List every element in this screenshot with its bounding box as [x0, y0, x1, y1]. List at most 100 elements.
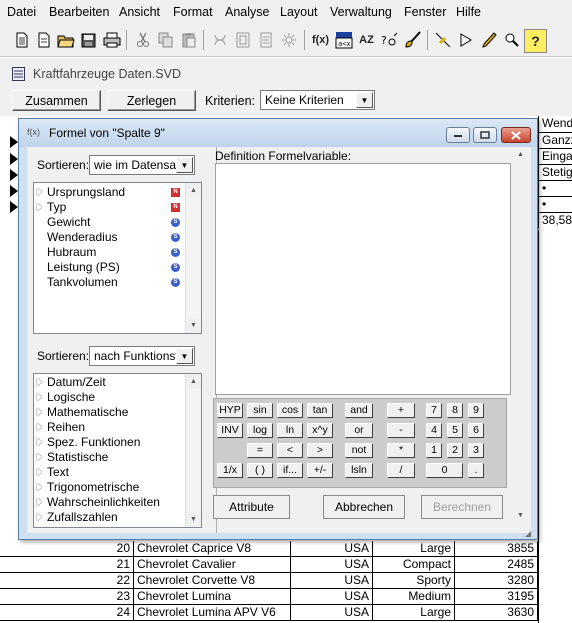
- resize-grip-icon[interactable]: ◢: [525, 529, 531, 538]
- menu-analyse[interactable]: Analyse: [225, 5, 269, 19]
- scroll-down-icon[interactable]: ▼: [513, 508, 528, 523]
- cell-value[interactable]: 3280: [455, 573, 538, 589]
- cell-row-number[interactable]: 22: [0, 573, 134, 589]
- list-item[interactable]: Ursprungsland N: [37, 185, 182, 200]
- close-icon[interactable]: [501, 127, 531, 143]
- page-icon[interactable]: [255, 29, 276, 51]
- keypad-key[interactable]: not: [345, 443, 373, 458]
- copy-icon[interactable]: [155, 29, 176, 51]
- maximize-icon[interactable]: [473, 127, 497, 143]
- variables-icon[interactable]: ?: [379, 29, 400, 51]
- cell-country[interactable]: USA: [291, 573, 373, 589]
- scroll-up-icon[interactable]: ▲: [186, 374, 201, 389]
- cell-car-name[interactable]: Chevrolet Caprice V8: [134, 541, 291, 557]
- cell-car-name[interactable]: Chevrolet Corvette V8: [134, 573, 291, 589]
- keypad-key[interactable]: +: [387, 403, 415, 418]
- keypad-key[interactable]: tan: [307, 403, 333, 418]
- cell-row-number[interactable]: 20: [0, 541, 134, 557]
- cell-car-class[interactable]: Large: [373, 605, 455, 621]
- brush-icon[interactable]: [402, 29, 423, 51]
- right-column-cell[interactable]: Ganzz: [538, 133, 572, 149]
- keypad-key[interactable]: 1/x: [217, 463, 243, 478]
- keypad-key[interactable]: 8: [447, 403, 463, 418]
- scroll-down-icon[interactable]: ▼: [186, 318, 201, 333]
- expand-arrow-icon[interactable]: [37, 453, 42, 461]
- cell-country[interactable]: USA: [291, 589, 373, 605]
- expand-arrow-icon[interactable]: [37, 513, 42, 521]
- keypad-key[interactable]: if...: [277, 463, 303, 478]
- zoom-icon[interactable]: [501, 29, 522, 51]
- cell-car-class[interactable]: Large: [373, 541, 455, 557]
- settings-icon[interactable]: [278, 29, 299, 51]
- keypad-key[interactable]: cos: [277, 403, 303, 418]
- expand-arrow-icon[interactable]: [37, 483, 42, 491]
- expand-arrow-icon[interactable]: [37, 468, 42, 476]
- keypad-key[interactable]: *: [387, 443, 415, 458]
- cell-car-class[interactable]: Compact: [373, 557, 455, 573]
- keypad-key[interactable]: lsln: [345, 463, 373, 478]
- expand-arrow-icon[interactable]: [37, 408, 42, 416]
- scroll-up-icon[interactable]: ▲: [513, 147, 528, 162]
- chevron-down-icon[interactable]: ▼: [176, 348, 193, 364]
- keypad-key[interactable]: ( ): [247, 463, 273, 478]
- scroll-down-icon[interactable]: ▼: [186, 512, 201, 527]
- table-icon[interactable]: [232, 29, 253, 51]
- cell-row-number[interactable]: 24: [0, 605, 134, 621]
- paste-icon[interactable]: [178, 29, 199, 51]
- sort-az-icon[interactable]: AZ: [356, 29, 377, 51]
- scrollbar[interactable]: ▲ ▼: [185, 183, 201, 333]
- formula-fx-icon[interactable]: f(x): [310, 29, 331, 51]
- menu-layout[interactable]: Layout: [280, 5, 318, 19]
- keypad-key[interactable]: 6: [468, 423, 484, 438]
- cell-row-number[interactable]: 21: [0, 557, 134, 573]
- expand-arrow-icon[interactable]: [37, 378, 42, 386]
- keypad-key[interactable]: 9: [468, 403, 484, 418]
- keypad-key[interactable]: x^y: [307, 423, 333, 438]
- list-item[interactable]: Gewicht S: [37, 215, 182, 230]
- sort-select[interactable]: wie im Datensatz ▼: [89, 155, 195, 175]
- keypad-key[interactable]: .: [468, 463, 484, 478]
- keypad-key[interactable]: =: [247, 443, 273, 458]
- combine-button[interactable]: Zusammen: [12, 90, 101, 111]
- scroll-up-icon[interactable]: ▲: [186, 183, 201, 198]
- menu-fenster[interactable]: Fenster: [404, 5, 446, 19]
- keypad-key[interactable]: /: [387, 463, 415, 478]
- new-file-icon[interactable]: [11, 29, 32, 51]
- cell-country[interactable]: USA: [291, 541, 373, 557]
- expand-arrow-icon[interactable]: [37, 423, 42, 431]
- compute-button[interactable]: Berechnen: [421, 495, 503, 519]
- keypad-key[interactable]: 7: [426, 403, 442, 418]
- cell-car-class[interactable]: Medium: [373, 589, 455, 605]
- cell-car-name[interactable]: Chevrolet Lumina APV V6: [134, 605, 291, 621]
- cut-icon[interactable]: [132, 29, 153, 51]
- right-column-cell[interactable]: •: [538, 197, 572, 213]
- list-item[interactable]: Typ N: [37, 200, 182, 215]
- minimize-icon[interactable]: [446, 127, 470, 143]
- criteria-select[interactable]: Keine Kriterien ▼: [260, 90, 375, 110]
- expand-arrow-icon[interactable]: [37, 393, 42, 401]
- chevron-down-icon[interactable]: ▼: [176, 157, 193, 173]
- right-column-cell[interactable]: Stetig: [538, 165, 572, 181]
- scrollbar[interactable]: ▲ ▼: [185, 374, 201, 527]
- keypad-key[interactable]: 3: [468, 443, 484, 458]
- keypad-key[interactable]: INV: [217, 423, 243, 438]
- list-item[interactable]: Tankvolumen S: [37, 275, 182, 290]
- right-column-cell[interactable]: 38,58: [538, 213, 572, 229]
- keypad-key[interactable]: <: [277, 443, 303, 458]
- menu-ansicht[interactable]: Ansicht: [119, 5, 160, 19]
- list-item[interactable]: Hubraum S: [37, 245, 182, 260]
- menu-verwaltung[interactable]: Verwaltung: [330, 5, 392, 19]
- line-tool-icon[interactable]: [432, 29, 453, 51]
- help-icon[interactable]: ?: [524, 29, 547, 53]
- expand-arrow-icon[interactable]: [37, 438, 42, 446]
- sort-select[interactable]: nach Funktionstyp ▼: [89, 346, 195, 366]
- functions-list[interactable]: Datum/Zeit Logische Mathematische Reihen Spe…: [33, 373, 202, 528]
- chevron-down-icon[interactable]: ▼: [356, 92, 373, 108]
- keypad-key[interactable]: HYP: [217, 403, 243, 418]
- right-column-cell[interactable]: •: [538, 181, 572, 197]
- cell-value[interactable]: 3630: [455, 605, 538, 621]
- keypad-key[interactable]: +/-: [307, 463, 333, 478]
- expand-arrow-icon[interactable]: [37, 203, 42, 211]
- right-column-cell[interactable]: Einga: [538, 149, 572, 165]
- cell-value[interactable]: 3855: [455, 541, 538, 557]
